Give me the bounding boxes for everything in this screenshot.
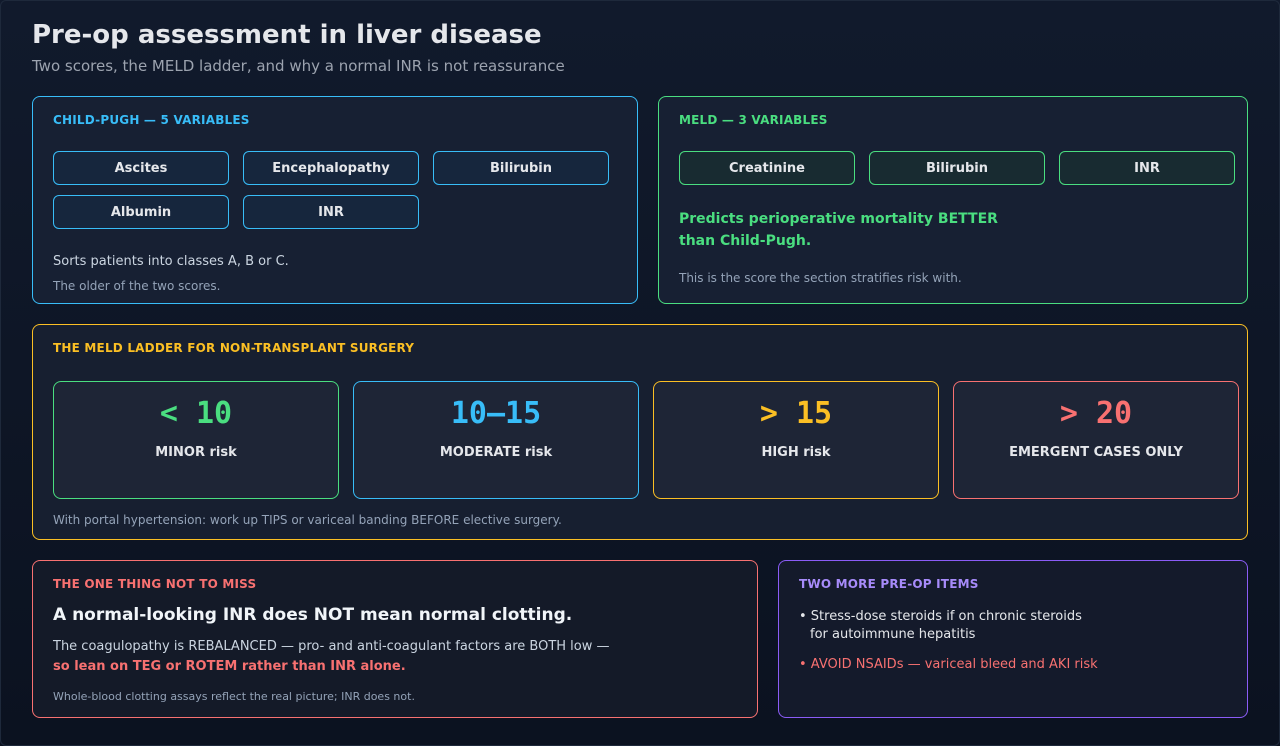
ladder-rung-emergent: > 20 EMERGENT CASES ONLY <box>953 381 1239 499</box>
rung-label: EMERGENT CASES ONLY <box>1009 445 1183 460</box>
not-to-miss-card: THE ONE THING NOT TO MISS A normal-looki… <box>32 560 758 718</box>
variable-pill-bilirubin: Bilirubin <box>869 151 1045 185</box>
rung-label: HIGH risk <box>761 445 831 460</box>
rung-range: > 20 <box>1059 396 1133 431</box>
rung-label: MINOR risk <box>155 445 237 460</box>
item-steroids-line-2: for autoimmune hepatitis <box>810 627 976 642</box>
ladder-rung-minor: < 10 MINOR risk <box>53 381 339 499</box>
rung-range: 10–15 <box>450 396 542 431</box>
page-title: Pre-op assessment in liver disease <box>32 20 542 50</box>
variable-pill-albumin: Albumin <box>53 195 229 229</box>
meld-ladder-heading: THE MELD LADDER FOR NON-TRANSPLANT SURGE… <box>53 341 415 355</box>
child-pugh-card: CHILD-PUGH — 5 VARIABLES Ascites Encepha… <box>32 96 638 304</box>
variable-pill-inr: INR <box>243 195 419 229</box>
meld-heading: MELD — 3 VARIABLES <box>679 113 828 127</box>
meld-emphasis-line-2: than Child-Pugh. <box>679 233 812 249</box>
meld-note: This is the score the section stratifies… <box>679 271 962 285</box>
page-subtitle: Two scores, the MELD ladder, and why a n… <box>32 57 565 75</box>
not-to-miss-headline: A normal-looking INR does NOT mean norma… <box>53 605 573 625</box>
item-steroids-line-1: • Stress-dose steroids if on chronic ste… <box>799 609 1082 624</box>
child-pugh-note: The older of the two scores. <box>53 279 221 293</box>
ladder-footnote: With portal hypertension: work up TIPS o… <box>53 513 562 527</box>
child-pugh-heading: CHILD-PUGH — 5 VARIABLES <box>53 113 250 127</box>
item-nsaids: • AVOID NSAIDs — variceal bleed and AKI … <box>799 657 1098 672</box>
meld-card: MELD — 3 VARIABLES Creatinine Bilirubin … <box>658 96 1248 304</box>
variable-pill-encephalopathy: Encephalopathy <box>243 151 419 185</box>
not-to-miss-body-2: so lean on TEG or ROTEM rather than INR … <box>53 659 406 674</box>
variable-pill-creatinine: Creatinine <box>679 151 855 185</box>
rung-label: MODERATE risk <box>439 445 553 460</box>
not-to-miss-heading: THE ONE THING NOT TO MISS <box>53 577 257 591</box>
child-pugh-description: Sorts patients into classes A, B or C. <box>53 254 289 269</box>
rung-range: > 15 <box>759 396 833 431</box>
variable-pill-inr: INR <box>1059 151 1235 185</box>
rung-range: < 10 <box>159 396 233 431</box>
variable-pill-ascites: Ascites <box>53 151 229 185</box>
ladder-rung-high: > 15 HIGH risk <box>653 381 939 499</box>
more-items-card: TWO MORE PRE-OP ITEMS • Stress-dose ster… <box>778 560 1248 718</box>
not-to-miss-footnote: Whole-blood clotting assays reflect the … <box>53 690 415 703</box>
not-to-miss-body-1: The coagulopathy is REBALANCED — pro- an… <box>53 639 610 654</box>
meld-ladder-card: THE MELD LADDER FOR NON-TRANSPLANT SURGE… <box>32 324 1248 540</box>
more-items-heading: TWO MORE PRE-OP ITEMS <box>799 577 979 591</box>
meld-emphasis-line-1: Predicts perioperative mortality BETTER <box>679 211 998 227</box>
ladder-rung-moderate: 10–15 MODERATE risk <box>353 381 639 499</box>
variable-pill-bilirubin: Bilirubin <box>433 151 609 185</box>
